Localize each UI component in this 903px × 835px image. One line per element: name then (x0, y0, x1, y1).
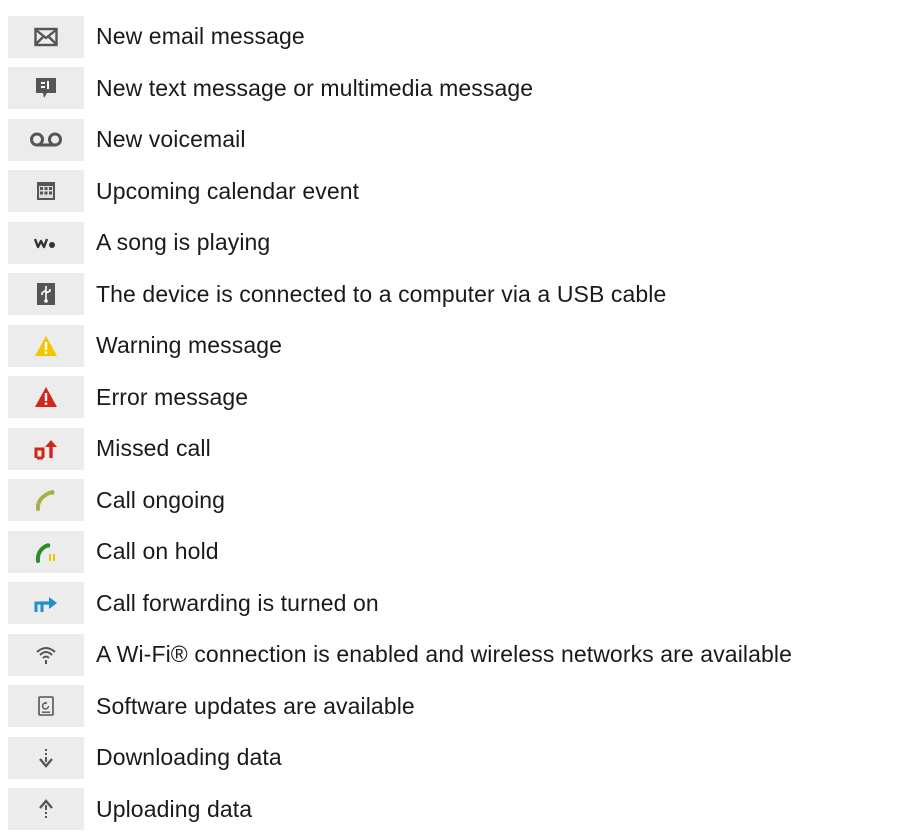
icon-cell (8, 325, 84, 367)
icon-cell (8, 170, 84, 212)
icon-cell (8, 273, 84, 315)
row-label: The device is connected to a computer vi… (96, 281, 666, 308)
list-item: Call on hold (0, 526, 903, 578)
call-on-hold-icon (35, 541, 57, 563)
list-item: A Wi-Fi® connection is enabled and wirel… (0, 629, 903, 681)
icon-cell (8, 479, 84, 521)
row-label: Downloading data (96, 744, 282, 771)
list-item: Call forwarding is turned on (0, 578, 903, 630)
row-label: Call on hold (96, 538, 219, 565)
icon-cell (8, 634, 84, 676)
usb-icon (37, 283, 55, 305)
list-item: New voicemail (0, 114, 903, 166)
row-label: Missed call (96, 435, 211, 462)
row-label: Error message (96, 384, 248, 411)
list-item: Software updates are available (0, 681, 903, 733)
list-item: Warning message (0, 320, 903, 372)
text-message-icon (35, 77, 57, 99)
row-label: New voicemail (96, 126, 246, 153)
icon-cell (8, 428, 84, 470)
list-item: A song is playing (0, 217, 903, 269)
download-icon (38, 748, 54, 768)
list-item: New email message (0, 11, 903, 63)
icon-cell (8, 737, 84, 779)
row-label: New text message or multimedia message (96, 75, 533, 102)
call-ongoing-icon (35, 489, 57, 511)
email-icon (34, 27, 58, 47)
icon-cell (8, 685, 84, 727)
list-item: The device is connected to a computer vi… (0, 269, 903, 321)
row-label: A Wi-Fi® connection is enabled and wirel… (96, 641, 792, 668)
warning-icon (34, 335, 58, 357)
list-item: New text message or multimedia message (0, 63, 903, 115)
icon-cell (8, 582, 84, 624)
walkman-icon (34, 236, 58, 250)
icon-cell (8, 376, 84, 418)
voicemail-icon (29, 132, 63, 148)
icon-legend-list: New email message New text message or mu… (0, 11, 903, 835)
row-label: Software updates are available (96, 693, 415, 720)
row-label: Upcoming calendar event (96, 178, 359, 205)
icon-cell (8, 16, 84, 58)
list-item: Call ongoing (0, 475, 903, 527)
calendar-icon (36, 181, 56, 201)
call-forwarding-icon (33, 593, 59, 613)
icon-cell (8, 119, 84, 161)
list-item: Missed call (0, 423, 903, 475)
missed-call-icon (33, 438, 59, 460)
software-update-icon (38, 696, 54, 716)
icon-cell (8, 531, 84, 573)
list-item: Upcoming calendar event (0, 166, 903, 218)
row-label: Warning message (96, 332, 282, 359)
row-label: Call forwarding is turned on (96, 590, 379, 617)
row-label: Uploading data (96, 796, 252, 823)
icon-cell (8, 67, 84, 109)
wifi-icon (35, 645, 57, 665)
icon-cell (8, 222, 84, 264)
row-label: Call ongoing (96, 487, 225, 514)
upload-icon (38, 799, 54, 819)
error-icon (34, 386, 58, 408)
row-label: New email message (96, 23, 305, 50)
list-item: Uploading data (0, 784, 903, 835)
row-label: A song is playing (96, 229, 270, 256)
icon-cell (8, 788, 84, 830)
list-item: Error message (0, 372, 903, 424)
list-item: Downloading data (0, 732, 903, 784)
